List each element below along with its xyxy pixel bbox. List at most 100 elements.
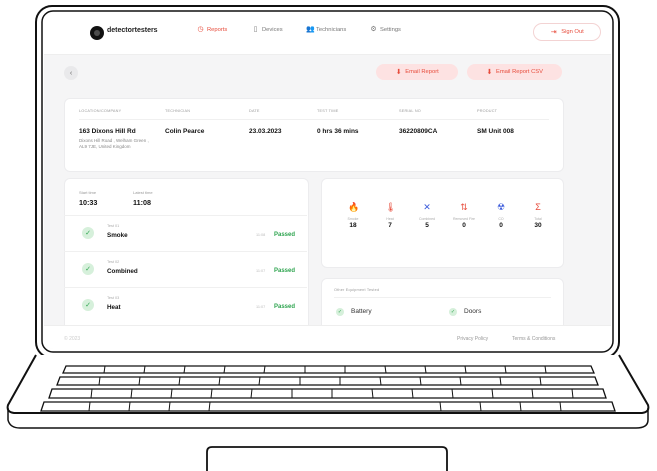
co-icon: ☢ (496, 202, 506, 212)
top-navigation-bar: detectortesters ◷ Reports ▯ Devices 👥 Te… (44, 12, 611, 55)
start-time-value: 10:33 (79, 198, 98, 207)
download-icon: ⬇ (395, 68, 402, 76)
product-name: SM Unit 008 (477, 128, 514, 135)
test-name: Smoke (107, 232, 128, 239)
nav-devices-label: Devices (262, 26, 283, 33)
nav-technicians-label: Technicians (316, 26, 347, 33)
reports-icon: ◷ (197, 26, 204, 33)
check-icon: ✓ (82, 227, 94, 239)
nav-settings[interactable]: ⚙ Settings (370, 26, 401, 33)
header-product: PRODUCT (477, 109, 498, 113)
check-icon: ✓ (82, 263, 94, 275)
technician-name: Colin Pearce (165, 128, 205, 135)
test-row[interactable]: ✓ Test 01 Smoke 11:08 Passed (64, 215, 307, 252)
test-label: Test 01 (107, 224, 120, 228)
test-time-stamp: 11:07 (256, 269, 266, 273)
heat-icon: 🌡 (385, 202, 397, 212)
start-time-label: Start time (79, 190, 97, 195)
brand-name[interactable]: detectortesters (107, 27, 158, 34)
download-icon: ⬇ (486, 68, 493, 76)
email-report-csv-button[interactable]: ⬇ Email Report CSV (467, 64, 562, 80)
stat-co: ☢ CO 0 (487, 197, 515, 229)
equipment-item-battery: Battery (351, 308, 372, 315)
email-report-csv-label: Email Report CSV (495, 69, 544, 75)
terms-link[interactable]: Terms & Conditions (512, 336, 555, 342)
stat-value: 0 (499, 222, 503, 229)
header-location: LOCATION/COMPANY (79, 109, 122, 113)
equipment-title: Other Equipment Tested (334, 288, 380, 292)
sign-out-icon: ⇥ (550, 28, 557, 36)
gear-icon: ⚙ (370, 26, 377, 33)
serial-number: 36220809CA (399, 128, 438, 135)
nav-technicians[interactable]: 👥 Technicians (306, 26, 346, 33)
test-status: Passed (274, 268, 296, 274)
nav-devices[interactable]: ▯ Devices (252, 26, 283, 33)
test-time-stamp: 11:07 (256, 305, 266, 309)
check-icon: ✓ (336, 308, 344, 316)
sign-out-label: Sign Out (561, 29, 584, 35)
check-icon: ✓ (449, 308, 457, 316)
stat-value: 7 (388, 222, 392, 229)
stat-label: CO (498, 217, 504, 221)
test-name: Combined (107, 268, 138, 275)
removed-icon: ⇅ (460, 202, 468, 212)
end-time-label: Latest time (133, 190, 153, 195)
copyright-text: © 2023 (64, 336, 81, 342)
users-icon: 👥 (306, 26, 315, 33)
test-label: Test 03 (107, 296, 120, 300)
end-time-value: 11:08 (133, 198, 151, 207)
test-name: Heat (107, 304, 121, 311)
nav-reports-label: Reports (207, 26, 228, 33)
sign-out-button[interactable]: ⇥ Sign Out (533, 23, 601, 41)
header-date: DATE (249, 109, 260, 113)
stat-smoke: 🔥 Smoke 18 (339, 197, 367, 229)
email-report-label: Email Report (405, 69, 439, 75)
combined-icon: ✕ (423, 202, 431, 212)
report-info-card: LOCATION/COMPANY TECHNICIAN DATE TEST TI… (64, 98, 564, 172)
device-icon: ▯ (253, 26, 258, 33)
equipment-divider (334, 297, 551, 298)
test-time-stamp: 11:08 (256, 233, 266, 237)
privacy-policy-link[interactable]: Privacy Policy (457, 336, 488, 342)
test-time: 0 hrs 36 mins (317, 128, 359, 135)
test-row[interactable]: ✓ Test 02 Combined 11:07 Passed (64, 251, 307, 288)
location-address: Dixons Hill Road , Welham Green , AL9 7J… (79, 138, 149, 149)
info-divider (79, 119, 549, 120)
stats-card: 🔥 Smoke 18 🌡 Heat 7 ✕ Combined 5 ⇅ Remov… (321, 178, 564, 268)
test-row[interactable]: ✓ Test 03 Heat 11:07 Passed (64, 287, 307, 324)
stat-value: 18 (349, 222, 357, 229)
test-status: Passed (274, 304, 296, 310)
header-serial: SERIAL NO (399, 109, 421, 113)
stat-total: Σ Total 30 (524, 197, 552, 229)
brand-logo-icon[interactable] (90, 26, 104, 40)
stat-label: Combined (419, 217, 435, 221)
test-status: Passed (274, 232, 296, 238)
header-technician: TECHNICIAN (165, 109, 191, 113)
email-report-button[interactable]: ⬇ Email Report (376, 64, 458, 80)
stat-label: Removed Fire (453, 217, 475, 221)
stat-removed: ⇅ Removed Fire 0 (450, 197, 478, 229)
stat-combined: ✕ Combined 5 (413, 197, 441, 229)
app-screen: detectortesters ◷ Reports ▯ Devices 👥 Te… (44, 12, 611, 349)
nav-settings-label: Settings (380, 26, 401, 33)
total-icon: Σ (535, 202, 541, 212)
test-label: Test 02 (107, 260, 120, 264)
report-date: 23.03.2023 (249, 128, 282, 135)
stat-label: Heat (386, 217, 394, 221)
chevron-left-icon: ‹ (69, 69, 73, 77)
stat-heat: 🌡 Heat 7 (376, 197, 404, 229)
stat-label: Smoke (347, 217, 359, 221)
equipment-item-doors: Doors (464, 308, 482, 315)
stat-value: 5 (425, 222, 429, 229)
stat-value: 0 (462, 222, 466, 229)
back-button[interactable]: ‹ (64, 66, 78, 80)
header-test-time: TEST TIME (317, 109, 339, 113)
laptop-illustration: detectortesters ◷ Reports ▯ Devices 👥 Te… (0, 0, 657, 471)
location-name: 163 Dixons Hill Rd (79, 128, 136, 135)
stat-label: Total (534, 217, 542, 221)
smoke-icon: 🔥 (348, 202, 360, 212)
check-icon: ✓ (82, 299, 94, 311)
stat-value: 30 (534, 222, 542, 229)
footer: © 2023 Privacy Policy Terms & Conditions (44, 325, 611, 349)
nav-reports[interactable]: ◷ Reports (197, 26, 227, 33)
